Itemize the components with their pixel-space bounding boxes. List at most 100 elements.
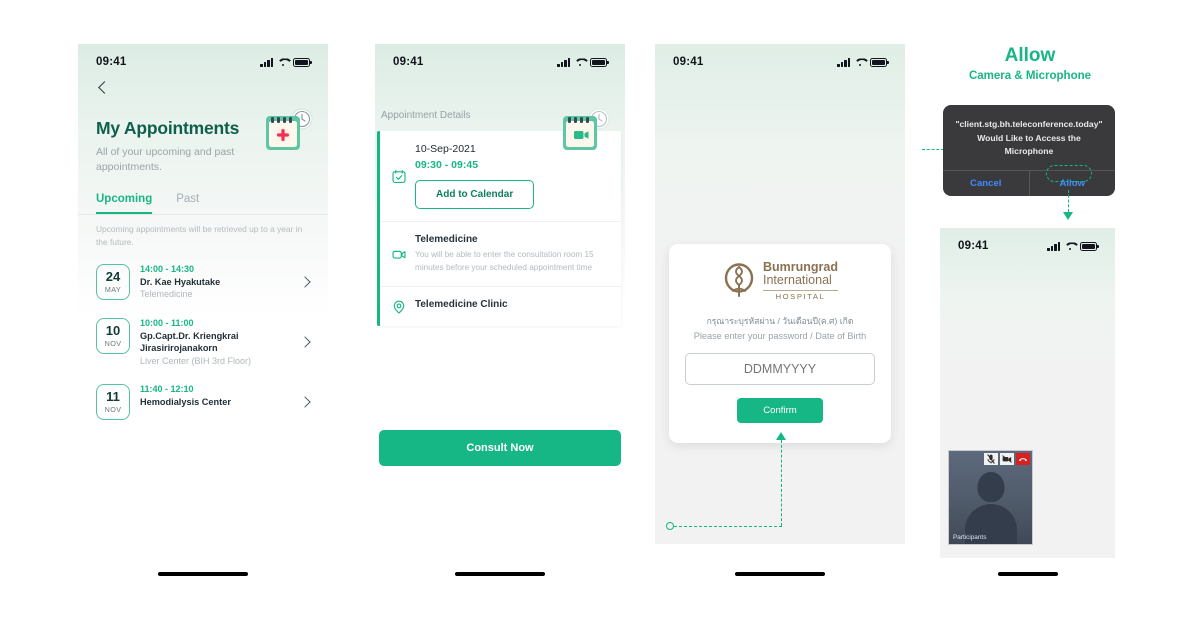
brand-divider <box>763 289 838 291</box>
camera-off-icon[interactable] <box>1000 453 1014 465</box>
appointment-time: 11:40 - 12:10 <box>140 383 194 394</box>
video-camera-icon <box>392 250 406 259</box>
participant-label: Participants <box>953 534 987 541</box>
clinic-name: Telemedicine Clinic <box>415 299 508 311</box>
date-month: MAY <box>104 284 122 294</box>
wifi-icon <box>1064 242 1076 251</box>
consult-now-button[interactable]: Consult Now <box>379 430 621 466</box>
date-badge: 10 NOV <box>96 317 130 354</box>
retrieval-note: Upcoming appointments will be retrieved … <box>96 224 303 248</box>
back-button[interactable] <box>96 80 112 96</box>
chevron-right-icon[interactable] <box>300 337 310 347</box>
appointment-row[interactable]: 10 NOV 10:00 - 11:00 Gp.Capt.Dr. Kriengk… <box>78 309 328 375</box>
date-day: 10 <box>105 322 121 338</box>
appointment-row[interactable]: 11 NOV 11:40 - 12:10 Hemodialysis Center <box>78 375 328 429</box>
chevron-right-icon[interactable] <box>300 277 310 287</box>
page-subtitle: All of your upcoming and past appointmen… <box>96 146 235 174</box>
status-icons <box>557 57 609 67</box>
tab-divider <box>78 214 328 216</box>
cellular-signal-icon <box>837 57 850 67</box>
chevron-right-icon[interactable] <box>300 397 310 407</box>
status-time: 09:41 <box>393 56 424 68</box>
tab-past[interactable]: Past <box>176 193 199 214</box>
flow-start-dot <box>666 522 674 530</box>
brand-line-3: HOSPITAL <box>775 291 826 301</box>
battery-icon <box>1080 241 1099 251</box>
date-month: NOV <box>104 338 122 348</box>
wifi-icon <box>277 58 289 67</box>
status-icons <box>837 57 889 67</box>
status-time: 09:41 <box>96 56 127 68</box>
details-telemedicine-row: Telemedicine You will be able to enter t… <box>380 221 621 286</box>
phone-screen-login: 09:41 Bumrungrad International HOSPITAL … <box>655 44 905 544</box>
calendar-check-icon <box>392 169 406 184</box>
call-controls <box>984 453 1030 465</box>
password-input[interactable] <box>685 352 875 385</box>
cellular-signal-icon <box>1047 241 1060 251</box>
date-badge: 11 NOV <box>96 383 130 420</box>
status-bar: 09:41 <box>375 44 625 74</box>
brand-line-1: Bumrungrad <box>763 260 838 274</box>
allow-button-highlight <box>1046 165 1092 182</box>
wifi-icon <box>854 58 866 67</box>
battery-icon <box>590 57 609 67</box>
screenshot-canvas: 09:41 My Appointments All of your upcomi… <box>0 0 1200 628</box>
appointment-name: Gp.Capt.Dr. Kriengkrai Jirasirirojanakor… <box>140 330 239 354</box>
cancel-button[interactable]: Cancel <box>943 171 1029 196</box>
add-to-calendar-button[interactable]: Add to Calendar <box>415 180 535 209</box>
appointment-time: 10:00 - 11:00 <box>140 317 194 328</box>
date-day: 24 <box>105 268 121 284</box>
home-indicator <box>455 572 545 576</box>
flow-arrow-up <box>776 432 786 440</box>
flow-line-horizontal <box>674 526 782 527</box>
caduceus-logo-icon <box>724 263 754 297</box>
flow-line-vertical <box>781 440 782 526</box>
status-time: 09:41 <box>673 56 704 68</box>
appointment-time: 09:30 - 09:45 <box>415 159 479 171</box>
battery-icon <box>870 57 889 67</box>
wifi-icon <box>574 58 586 67</box>
flow-line-to-call <box>1068 190 1069 212</box>
phone-screen-appointment-details: 09:41 Appointment Details 10-Sep-2021 09… <box>375 44 625 544</box>
location-pin-icon <box>393 301 405 315</box>
tab-bar: Upcoming Past <box>96 193 310 215</box>
permission-message: "client.stg.bh.teleconference.today" Wou… <box>955 119 1103 157</box>
appointment-row[interactable]: 24 MAY 14:00 - 14:30 Dr. Kae Hyakutake T… <box>78 255 328 309</box>
telemedicine-description: You will be able to enter the consultati… <box>415 250 594 272</box>
tab-upcoming[interactable]: Upcoming <box>96 193 153 215</box>
appointment-details-card: 10-Sep-2021 09:30 - 09:45 Add to Calenda… <box>377 131 621 327</box>
cellular-signal-icon <box>557 57 570 67</box>
calendar-video-clock-icon <box>563 108 610 150</box>
home-indicator <box>735 572 825 576</box>
status-bar: 09:41 <box>655 44 905 74</box>
battery-icon <box>293 57 312 67</box>
allow-subheading: Camera & Microphone <box>968 70 1092 82</box>
brand-line-2: International <box>763 273 832 288</box>
details-clinic-row: Telemedicine Clinic <box>380 286 621 326</box>
end-call-icon[interactable] <box>1016 453 1030 465</box>
appointment-location: Liver Center (BIH 3rd Floor) <box>140 355 252 366</box>
password-modal: Bumrungrad International HOSPITAL กรุณาร… <box>669 244 891 443</box>
home-indicator <box>998 572 1058 576</box>
status-bar: 09:41 <box>78 44 328 74</box>
date-day: 11 <box>106 388 120 404</box>
status-icons <box>1047 241 1099 251</box>
participant-video-tile[interactable]: Participants <box>948 450 1033 545</box>
appointment-name: Hemodialysis Center <box>140 396 231 407</box>
date-badge: 24 MAY <box>96 263 130 300</box>
appointment-name: Dr. Kae Hyakutake <box>140 276 221 287</box>
calendar-plus-clock-icon <box>266 108 313 150</box>
allow-heading: Allow <box>1004 45 1056 66</box>
appointment-time: 14:00 - 14:30 <box>140 263 195 274</box>
appointment-date: 10-Sep-2021 <box>415 143 476 155</box>
confirm-button[interactable]: Confirm <box>737 397 823 423</box>
status-time: 09:41 <box>958 240 989 252</box>
microphone-mute-icon[interactable] <box>984 453 998 465</box>
date-month: NOV <box>104 404 122 414</box>
flow-line-into-dialog <box>922 149 944 150</box>
telemedicine-title: Telemedicine <box>415 234 478 245</box>
appointment-location: Telemedicine <box>140 289 193 300</box>
phone-screen-appointments: 09:41 My Appointments All of your upcomi… <box>78 44 328 544</box>
password-prompt-thai: กรุณาระบุรหัสผ่าน / วันเดือนปี(ค.ศ) เกิด <box>706 315 854 326</box>
status-bar: 09:41 <box>940 228 1115 258</box>
